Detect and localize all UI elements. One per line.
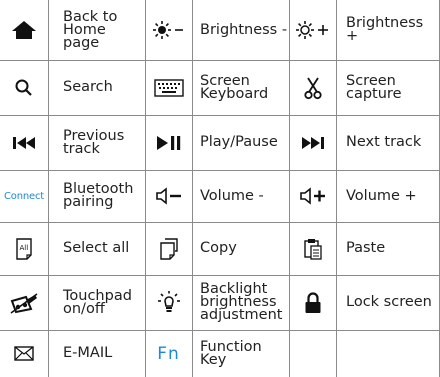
shortcut-label: Touchpad on/off — [63, 287, 132, 317]
shortcut-label: Copy — [200, 240, 237, 256]
shortcut-label: Brightness - — [200, 21, 288, 38]
keyboard-icon — [145, 60, 192, 115]
shortcut-label: Paste — [346, 240, 386, 256]
shortcut-label: Back to Home page — [63, 8, 118, 51]
shortcut-label: Search — [63, 79, 113, 95]
shortcut-label: Previous track — [63, 127, 125, 157]
lock-icon — [289, 275, 336, 330]
grid-line — [336, 0, 337, 377]
scissors-icon — [289, 60, 336, 115]
shortcut-label: Lock screen — [346, 294, 432, 310]
search-icon — [0, 60, 48, 115]
volume-down-icon — [145, 170, 192, 222]
mail-icon — [0, 330, 48, 377]
shortcut-label: Screen Keyboard — [200, 72, 269, 102]
backlight-icon — [145, 275, 192, 330]
connect-icon: Connect — [0, 170, 48, 222]
next-track-icon — [289, 115, 336, 170]
shortcut-label: Screen capture — [346, 72, 402, 102]
shortcut-label: Select all — [63, 240, 130, 256]
grid-line — [192, 0, 193, 377]
shortcut-key-table: Back to Home page Brightness - Brightnes… — [0, 0, 440, 377]
home-icon — [0, 0, 48, 60]
previous-track-icon — [0, 115, 48, 170]
shortcut-label: Function Key — [200, 338, 262, 368]
paste-icon — [289, 222, 336, 275]
select-all-icon: All — [0, 222, 48, 275]
shortcut-label: Next track — [346, 134, 422, 150]
volume-up-icon — [289, 170, 336, 222]
shortcut-label: Backlight brightness adjustment — [200, 281, 283, 323]
shortcut-label: Bluetooth pairing — [63, 181, 134, 210]
brightness-down-icon — [145, 0, 192, 60]
shortcut-label: Volume + — [346, 187, 417, 204]
touchpad-off-icon — [0, 275, 48, 330]
grid-line — [48, 0, 49, 377]
shortcut-label: Volume - — [200, 187, 264, 204]
shortcut-label: E-MAIL — [63, 345, 113, 361]
brightness-up-icon — [289, 0, 336, 60]
shortcut-label: Play/Pause — [200, 134, 278, 150]
shortcut-label: Brightness + — [346, 15, 424, 44]
copy-icon — [145, 222, 192, 275]
svg-text:All: All — [20, 244, 29, 252]
fn-icon: Fn — [145, 330, 192, 377]
connect-icon-text: Connect — [4, 190, 44, 202]
fn-icon-text: Fn — [157, 343, 180, 364]
play-pause-icon — [145, 115, 192, 170]
